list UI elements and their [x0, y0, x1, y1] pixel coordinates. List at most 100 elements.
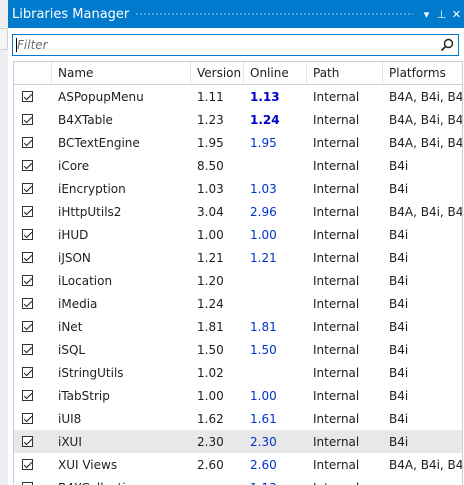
row-checkbox-cell	[14, 338, 52, 361]
library-checkbox[interactable]	[22, 413, 33, 424]
library-path: Internal	[313, 135, 360, 150]
table-row[interactable]: iNet 1.81 1.81 Internal B4i	[14, 315, 462, 338]
table-row[interactable]: iStringUtils 1.02 Internal B4i	[14, 361, 462, 384]
table-row[interactable]: iCore 8.50 Internal B4i	[14, 154, 462, 177]
row-checkbox-cell	[14, 269, 52, 292]
library-version: 1.50	[197, 342, 224, 357]
library-platforms: B4A, B4i, B4	[389, 457, 463, 472]
docked-tab-edge[interactable]	[0, 28, 8, 50]
library-version: 1.02	[197, 365, 224, 380]
header-checkbox-column[interactable]	[14, 62, 52, 84]
library-version: 1.11	[197, 89, 224, 104]
library-online-version: 1.03	[250, 181, 277, 196]
library-checkbox[interactable]	[22, 252, 33, 263]
library-path: Internal	[313, 388, 360, 403]
table-row[interactable]: iHttpUtils2 3.04 2.96 Internal B4A, B4i, B4	[14, 200, 462, 223]
library-name: iXUI	[58, 434, 82, 449]
library-online-version: 2.96	[250, 204, 277, 219]
library-version: 1.24	[197, 296, 224, 311]
library-version: 8.50	[197, 158, 224, 173]
library-version: 1.23	[197, 112, 224, 127]
library-path: Internal	[313, 296, 360, 311]
library-name: iJSON	[58, 250, 91, 265]
library-online-version: 1.00	[250, 388, 277, 403]
library-checkbox[interactable]	[22, 275, 33, 286]
library-version: 1.03	[197, 181, 224, 196]
header-platforms[interactable]: Platforms	[383, 62, 462, 84]
table-row[interactable]: BCTextEngine 1.95 1.95 Internal B4A, B4i, B4	[14, 131, 462, 154]
library-online-version: 1.50	[250, 342, 277, 357]
library-name: iTabStrip	[58, 388, 110, 403]
header-online[interactable]: Online	[244, 62, 307, 84]
library-platforms: B4i	[389, 388, 409, 403]
library-checkbox[interactable]	[22, 114, 33, 125]
table-row[interactable]: B4XTable 1.23 1.24 Internal B4A, B4i, B4	[14, 108, 463, 131]
library-platforms: B4i	[389, 365, 409, 380]
table-row[interactable]: iHUD 1.00 1.00 Internal B4i	[14, 223, 462, 246]
library-checkbox[interactable]	[22, 160, 33, 171]
table-row[interactable]: XUI Views 2.60 2.60 Internal B4A, B4i, B4	[14, 453, 463, 476]
table-row[interactable]: iUI8 1.62 1.61 Internal B4i	[14, 407, 462, 430]
library-path: Internal	[313, 411, 360, 426]
row-checkbox-cell	[14, 430, 52, 453]
library-checkbox[interactable]	[22, 459, 33, 470]
library-path: Internal	[313, 112, 360, 127]
library-checkbox[interactable]	[22, 206, 33, 217]
row-checkbox-cell	[14, 476, 52, 485]
library-platforms: B4i	[389, 273, 409, 288]
header-name[interactable]: Name	[52, 62, 191, 84]
table-row[interactable]: iXUI 2.30 2.30 Internal B4i	[14, 430, 462, 453]
libraries-manager-panel: Libraries Manager ▾ ⊥ ✕ Name Version Onl…	[8, 0, 464, 485]
row-checkbox-cell	[14, 246, 52, 269]
library-checkbox[interactable]	[22, 390, 33, 401]
library-platforms: B4A, B4i, B4	[389, 89, 463, 104]
filter-input[interactable]	[15, 36, 424, 54]
library-platforms: B4i	[389, 411, 409, 426]
window-position-dropdown-button[interactable]: ▾	[419, 4, 434, 24]
library-version: 1.21	[197, 250, 224, 265]
table-row[interactable]: iSQL 1.50 1.50 Internal B4i	[14, 338, 462, 361]
library-checkbox[interactable]	[22, 298, 33, 309]
library-path: Internal	[313, 434, 360, 449]
table-row[interactable]: ASPopupMenu 1.11 1.13 Internal B4A, B4i, B4	[14, 85, 463, 108]
table-row[interactable]: iJSON 1.21 1.21 Internal B4i	[14, 246, 462, 269]
library-version: 2.60	[197, 457, 224, 472]
library-checkbox[interactable]	[22, 91, 33, 102]
row-checkbox-cell	[14, 361, 52, 384]
library-name: B4XCollections	[52, 476, 191, 485]
library-platforms: B4i	[389, 342, 409, 357]
table-row[interactable]: iMedia 1.24 Internal B4i	[14, 292, 462, 315]
library-path: Internal	[313, 342, 360, 357]
library-name: iMedia	[58, 296, 98, 311]
table-row[interactable]: iTabStrip 1.00 1.00 Internal B4i	[14, 384, 462, 407]
library-version: 1.95	[197, 135, 224, 150]
library-checkbox[interactable]	[22, 344, 33, 355]
library-checkbox[interactable]	[22, 321, 33, 332]
library-name: iSQL	[58, 342, 86, 357]
library-checkbox[interactable]	[22, 367, 33, 378]
library-checkbox[interactable]	[22, 137, 33, 148]
library-online-version: 1.61	[250, 411, 277, 426]
title-bar[interactable]: Libraries Manager ▾ ⊥ ✕	[8, 0, 464, 28]
search-icon[interactable]	[439, 37, 455, 53]
library-version: 2.30	[197, 434, 224, 449]
library-platforms: B4A, B4i, B4	[389, 112, 463, 127]
table-row[interactable]: iLocation 1.20 Internal B4i	[14, 269, 462, 292]
library-checkbox[interactable]	[22, 436, 33, 447]
library-name: iNet	[58, 319, 83, 334]
library-path: Internal	[313, 89, 360, 104]
library-platforms: B4i	[389, 227, 409, 242]
table-row[interactable]: iEncryption 1.03 1.03 Internal B4i	[14, 177, 462, 200]
row-checkbox-cell	[14, 85, 52, 108]
auto-hide-pin-button[interactable]: ⊥	[434, 4, 449, 24]
library-checkbox[interactable]	[22, 229, 33, 240]
filter-box	[12, 34, 459, 56]
library-checkbox[interactable]	[22, 183, 33, 194]
library-path: Internal	[313, 227, 360, 242]
library-online-version: 1.95	[250, 135, 277, 150]
header-path[interactable]: Path	[307, 62, 383, 84]
row-checkbox-cell	[14, 292, 52, 315]
header-version[interactable]: Version	[191, 62, 244, 84]
close-button[interactable]: ✕	[449, 4, 464, 24]
table-row[interactable]: B4XCollections 1.13Internal	[14, 476, 462, 485]
